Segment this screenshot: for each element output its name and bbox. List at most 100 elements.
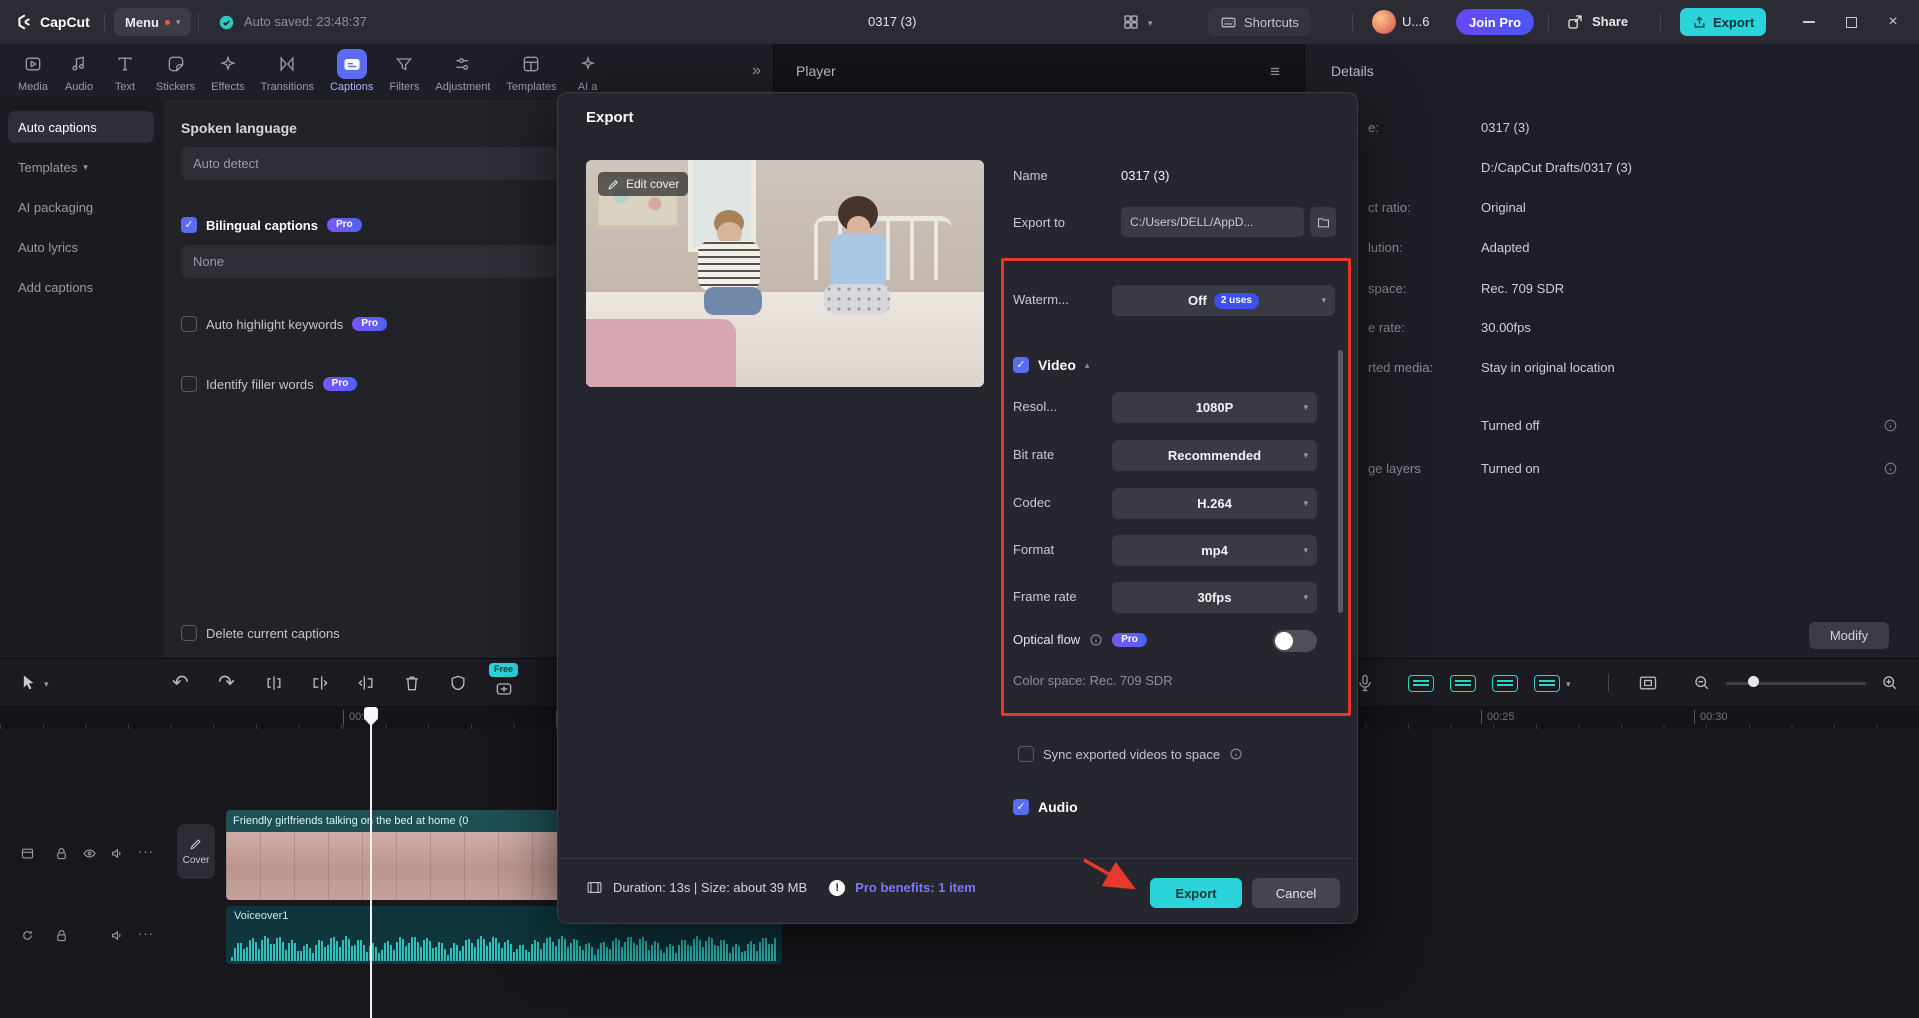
sidebar-item-templates[interactable]: Templates ▾ — [8, 151, 154, 183]
more-icon[interactable]: ··· — [138, 844, 154, 859]
watermark-select[interactable]: Off 2 uses ▾ — [1112, 285, 1335, 316]
sidebar-item-add-captions[interactable]: Add captions — [8, 271, 154, 303]
layout-grid-icon[interactable] — [1122, 13, 1140, 31]
close-button[interactable]: × — [1878, 0, 1908, 44]
tab-adjustment[interactable]: Adjustment — [427, 49, 498, 93]
resolution-select[interactable]: 1080P ▾ — [1112, 392, 1317, 423]
browse-folder-button[interactable] — [1310, 207, 1336, 237]
tab-effects[interactable]: Effects — [203, 49, 252, 93]
delete-right-icon[interactable] — [356, 673, 376, 693]
ribbon-overflow-button[interactable]: » — [752, 62, 761, 80]
delete-icon[interactable] — [402, 673, 422, 693]
cancel-button[interactable]: Cancel — [1252, 878, 1340, 908]
tab-filters[interactable]: Filters — [381, 49, 427, 93]
export-label: Export — [1713, 14, 1755, 30]
cursor-mode-chevron-icon[interactable]: ▾ — [44, 679, 49, 690]
auto-highlight-checkbox[interactable] — [181, 316, 197, 332]
tab-templates[interactable]: Templates — [498, 49, 564, 93]
share-label[interactable]: Share — [1592, 0, 1628, 44]
mask-icon[interactable] — [448, 673, 468, 693]
player-menu-icon[interactable]: ≡ — [1270, 44, 1280, 99]
alert-icon: ! — [829, 879, 846, 896]
export-to-path[interactable]: C:/Users/DELL/AppD... — [1121, 207, 1304, 237]
optical-flow-toggle[interactable] — [1273, 630, 1317, 652]
dialog-scrollbar[interactable] — [1338, 350, 1343, 613]
framerate-select[interactable]: 30fps ▾ — [1112, 582, 1317, 613]
tab-stickers[interactable]: Stickers — [148, 49, 203, 93]
export-button-titlebar[interactable]: Export — [1680, 8, 1767, 36]
split-icon[interactable] — [264, 673, 284, 693]
tab-audio[interactable]: Audio — [56, 49, 102, 93]
edit-cover-button[interactable]: Edit cover — [598, 172, 689, 196]
format-select[interactable]: mp4 ▾ — [1112, 535, 1317, 566]
zoom-out-icon[interactable] — [1692, 673, 1711, 692]
delete-left-icon[interactable] — [310, 673, 330, 693]
sidebar-item-auto-captions[interactable]: Auto captions — [8, 111, 154, 143]
select-cursor-icon[interactable] — [18, 673, 38, 693]
preview-frames-icon[interactable] — [1492, 675, 1518, 692]
user-avatar[interactable] — [1372, 10, 1396, 34]
track-content-icon[interactable] — [20, 846, 35, 861]
minimize-button[interactable] — [1794, 0, 1824, 44]
shortcuts-button[interactable]: Shortcuts — [1208, 8, 1311, 36]
cover-button[interactable]: Cover — [177, 824, 215, 879]
sidebar-item-auto-lyrics[interactable]: Auto lyrics — [8, 231, 154, 263]
lock-icon[interactable] — [54, 928, 69, 943]
menu-button[interactable]: Menu ▾ — [114, 8, 192, 36]
tab-media[interactable]: Media — [10, 49, 56, 93]
link-clips-icon[interactable] — [1450, 675, 1476, 692]
smart-tool-icon[interactable] — [494, 679, 514, 699]
tab-ai[interactable]: AI a — [565, 49, 611, 93]
info-icon[interactable] — [1883, 418, 1898, 433]
tab-transitions[interactable]: Transitions — [253, 49, 322, 93]
tab-text[interactable]: Text — [102, 49, 148, 93]
voiceover-mic-icon[interactable] — [1355, 673, 1375, 693]
detail-label: e rate: — [1368, 320, 1405, 335]
sidebar-item-ai-packaging[interactable]: AI packaging — [8, 191, 154, 223]
bitrate-select[interactable]: Recommended ▾ — [1112, 440, 1317, 471]
info-icon[interactable] — [1883, 461, 1898, 476]
info-icon[interactable] — [1089, 633, 1103, 647]
optical-flow-label: Optical flow — [1013, 632, 1081, 647]
chevron-up-icon[interactable]: ▴ — [1085, 360, 1090, 371]
join-pro-button[interactable]: Join Pro — [1456, 9, 1535, 35]
identify-filler-checkbox[interactable] — [181, 376, 197, 392]
detail-value: Turned off — [1481, 418, 1540, 433]
track-height-icon[interactable] — [1534, 675, 1560, 692]
folder-icon — [1317, 217, 1329, 227]
lock-icon[interactable] — [54, 846, 69, 861]
share-icon[interactable] — [1566, 13, 1584, 31]
optical-flow-row: Optical flow Pro — [1013, 632, 1147, 647]
sync-to-space-checkbox[interactable] — [1018, 746, 1034, 762]
track-height-chevron-icon[interactable]: ▾ — [1566, 679, 1571, 690]
speaker-icon[interactable] — [110, 928, 125, 943]
zoom-in-icon[interactable] — [1880, 673, 1899, 692]
video-section-checkbox[interactable]: ✓ — [1013, 357, 1029, 373]
layout-chevron-icon[interactable]: ▾ — [1148, 18, 1153, 29]
zoom-slider-track[interactable] — [1726, 682, 1866, 685]
info-icon[interactable] — [1229, 747, 1243, 761]
maximize-button[interactable] — [1836, 0, 1866, 44]
magnet-snap-icon[interactable] — [1408, 675, 1434, 692]
audio-section-checkbox[interactable]: ✓ — [1013, 799, 1029, 815]
redo-icon[interactable]: ↷ — [218, 668, 235, 698]
refresh-icon[interactable] — [20, 928, 35, 943]
delete-current-captions-checkbox[interactable] — [181, 625, 197, 641]
modify-button[interactable]: Modify — [1809, 622, 1889, 649]
playhead[interactable] — [370, 707, 372, 1018]
preview-axis-icon[interactable] — [1638, 673, 1658, 693]
tab-captions[interactable]: Captions — [322, 49, 381, 93]
codec-select[interactable]: H.264 ▾ — [1112, 488, 1317, 519]
undo-icon[interactable]: ↶ — [172, 668, 189, 698]
speaker-icon[interactable] — [110, 846, 125, 861]
color-space-text: Color space: Rec. 709 SDR — [1013, 673, 1173, 688]
bilingual-captions-checkbox[interactable]: ✓ — [181, 217, 197, 233]
eye-icon[interactable] — [82, 846, 97, 861]
detail-value: Original — [1481, 200, 1526, 215]
zoom-slider-handle[interactable] — [1748, 676, 1759, 687]
export-confirm-button[interactable]: Export — [1150, 878, 1242, 908]
divider — [198, 13, 199, 31]
name-value[interactable]: 0317 (3) — [1121, 168, 1169, 183]
maximize-icon — [1845, 16, 1857, 28]
more-icon[interactable]: ··· — [138, 926, 154, 941]
